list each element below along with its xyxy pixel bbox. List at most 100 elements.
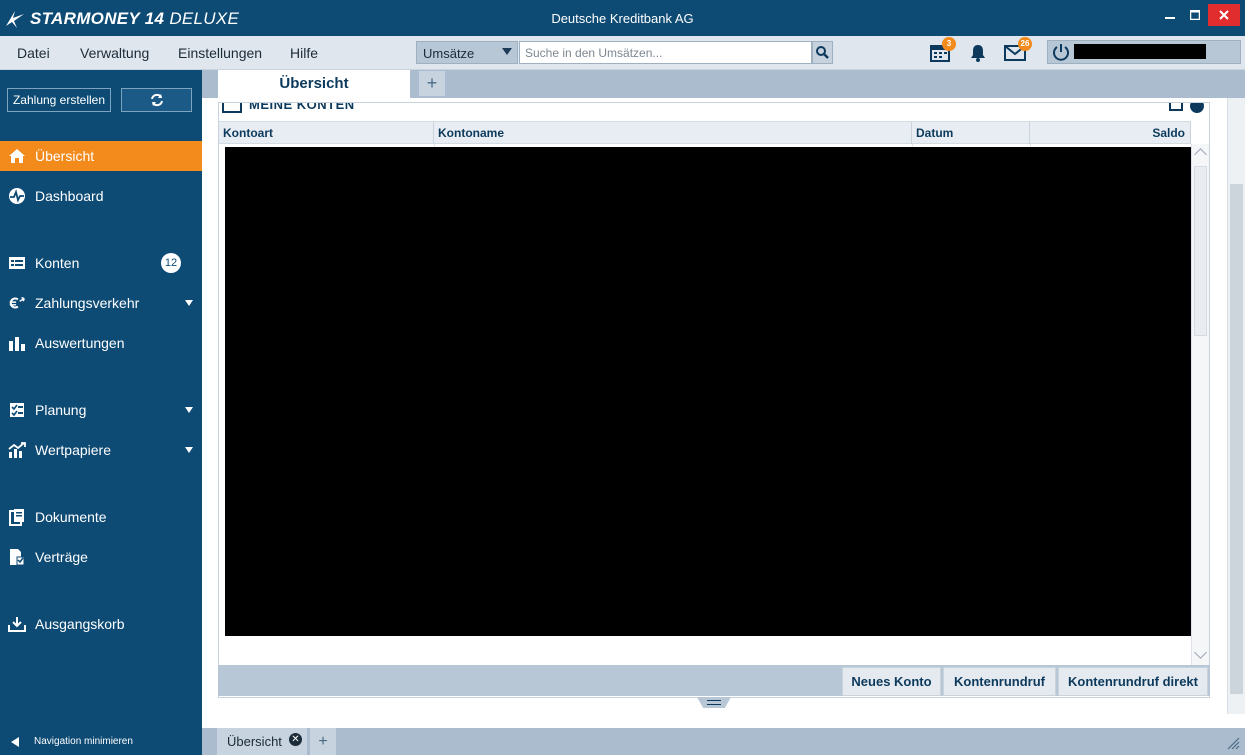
close-icon xyxy=(1219,10,1229,20)
sidebar-item-vertraege[interactable]: Verträge xyxy=(0,542,202,572)
expand-arrow-icon xyxy=(185,300,193,306)
sidebar-item-konten[interactable]: Konten 12 xyxy=(0,248,202,278)
scroll-down-icon[interactable] xyxy=(1194,646,1207,659)
accounts-count-badge: 12 xyxy=(161,253,181,273)
sidebar-item-label: Planung xyxy=(35,402,87,418)
grip-icon xyxy=(707,700,721,705)
mail-badge: 26 xyxy=(1018,37,1032,51)
fetch-accounts-button[interactable]: Kontenrundruf xyxy=(943,667,1056,696)
bottom-tab-bar: Übersicht ✕ + xyxy=(202,728,1245,755)
chevron-down-icon xyxy=(502,48,512,55)
tab-uebersicht[interactable]: Übersicht xyxy=(218,70,410,98)
column-header-kontoart[interactable]: Kontoart xyxy=(219,122,434,144)
sidebar-item-label: Verträge xyxy=(35,549,88,565)
sidebar-item-label: Konten xyxy=(35,255,80,271)
tab-bar: Übersicht + xyxy=(202,70,1245,98)
close-button[interactable] xyxy=(1208,4,1240,26)
sidebar-item-label: Dokumente xyxy=(35,509,107,525)
expand-arrow-icon xyxy=(185,447,193,453)
notifications-button[interactable] xyxy=(966,42,990,64)
accounts-icon xyxy=(8,254,26,272)
minimize-icon xyxy=(1165,17,1175,19)
close-tab-icon[interactable]: ✕ xyxy=(289,733,302,746)
table-scrollbar[interactable] xyxy=(1191,144,1209,665)
menu-verwaltung[interactable]: Verwaltung xyxy=(80,45,149,61)
search-button[interactable] xyxy=(812,41,833,64)
sidebar-item-auswertungen[interactable]: Auswertungen xyxy=(0,328,202,358)
maximize-button[interactable] xyxy=(1181,4,1209,26)
sidebar-item-label: Zahlungsverkehr xyxy=(35,295,140,311)
planning-icon xyxy=(8,401,26,419)
page-scrollbar[interactable] xyxy=(1227,98,1245,714)
sidebar-item-ausgangskorb[interactable]: Ausgangskorb xyxy=(0,609,202,639)
refresh-button[interactable] xyxy=(121,88,192,112)
sidebar-item-dokumente[interactable]: Dokumente xyxy=(0,502,202,532)
menu-einstellungen[interactable]: Einstellungen xyxy=(178,45,262,61)
app-logo: STARMONEY 14 DELUXE xyxy=(4,7,239,31)
sidebar-item-dashboard[interactable]: Dashboard xyxy=(0,181,202,211)
create-payment-button[interactable]: Zahlung erstellen xyxy=(7,88,111,112)
window-resize-grip-icon[interactable] xyxy=(1226,736,1240,750)
sidebar-item-uebersicht[interactable]: Übersicht xyxy=(0,141,202,171)
search-scope-label: Umsätze xyxy=(423,46,475,61)
collapse-left-icon xyxy=(11,736,19,747)
menu-hilfe[interactable]: Hilfe xyxy=(290,45,318,61)
sidebar-item-label: Auswertungen xyxy=(35,335,125,351)
home-icon xyxy=(8,147,26,165)
bottom-tab-label: Übersicht xyxy=(227,734,282,749)
messages-button[interactable]: 26 xyxy=(1003,37,1032,64)
accounts-widget-icon xyxy=(222,103,242,113)
brand-edition: DELUXE xyxy=(169,9,240,28)
sidebar-item-label: Dashboard xyxy=(35,188,104,204)
fetch-accounts-direct-button[interactable]: Kontenrundruf direkt xyxy=(1058,667,1208,696)
action-bar: Neues Konto Kontenrundruf Kontenrundruf … xyxy=(218,665,1210,696)
euro-transfer-icon xyxy=(8,294,26,312)
sidebar-item-label: Ausgangskorb xyxy=(35,616,125,632)
scroll-up-icon[interactable] xyxy=(1194,148,1207,161)
minimize-navigation-label: Navigation minimieren xyxy=(34,736,133,747)
expand-arrow-icon xyxy=(185,407,193,413)
sidebar-item-label: Wertpapiere xyxy=(35,442,112,458)
widget-title: MEINE KONTEN xyxy=(249,103,355,112)
add-tab-button[interactable]: + xyxy=(419,71,445,96)
help-icon[interactable] xyxy=(1190,103,1204,113)
brand-name: STARMONEY 14 xyxy=(30,9,165,28)
minimize-button[interactable] xyxy=(1156,4,1184,26)
add-bottom-tab-button[interactable]: + xyxy=(310,728,336,755)
user-box: [redacted] xyxy=(1047,40,1241,64)
power-icon[interactable] xyxy=(1052,43,1070,61)
table-header: Kontoart Kontoname Datum Saldo xyxy=(219,121,1191,144)
table-scrollbar-thumb[interactable] xyxy=(1194,166,1207,336)
sidebar: Zahlung erstellen Übersicht Dashboard Ko… xyxy=(0,70,202,755)
column-header-datum[interactable]: Datum xyxy=(912,122,1030,144)
search-input[interactable] xyxy=(519,41,812,64)
print-icon[interactable] xyxy=(1169,103,1183,111)
calendar-button[interactable]: 3 xyxy=(928,37,956,64)
bell-icon xyxy=(971,45,985,62)
maximize-icon xyxy=(1190,10,1200,20)
new-account-button[interactable]: Neues Konto xyxy=(842,667,941,696)
bar-chart-icon xyxy=(8,334,26,352)
sidebar-item-label: Übersicht xyxy=(35,148,95,164)
sidebar-item-wertpapiere[interactable]: Wertpapiere xyxy=(0,435,202,465)
column-header-kontoname[interactable]: Kontoname xyxy=(434,122,912,144)
menu-datei[interactable]: Datei xyxy=(17,45,50,61)
documents-icon xyxy=(8,508,26,526)
contracts-icon xyxy=(8,548,26,566)
page-scrollbar-thumb[interactable] xyxy=(1230,184,1243,694)
search-icon xyxy=(816,46,829,59)
column-header-saldo[interactable]: Saldo xyxy=(1030,122,1191,144)
widget-header: MEINE KONTEN xyxy=(219,103,1209,121)
sidebar-item-planung[interactable]: Planung xyxy=(0,395,202,425)
search-scope-dropdown[interactable]: Umsätze xyxy=(416,41,518,64)
user-name: [redacted] xyxy=(1074,44,1206,59)
refresh-icon xyxy=(150,93,163,107)
minimize-navigation-button[interactable]: Navigation minimieren xyxy=(0,728,202,755)
outbox-icon xyxy=(8,615,26,633)
redacted-table-rows xyxy=(225,147,1191,636)
title-bar: STARMONEY 14 DELUXE Deutsche Kreditbank … xyxy=(0,0,1245,36)
starmoney-logo-icon xyxy=(6,11,24,28)
sidebar-item-zahlungsverkehr[interactable]: Zahlungsverkehr xyxy=(0,288,202,318)
dashboard-icon xyxy=(8,187,26,205)
stocks-icon xyxy=(8,441,26,459)
